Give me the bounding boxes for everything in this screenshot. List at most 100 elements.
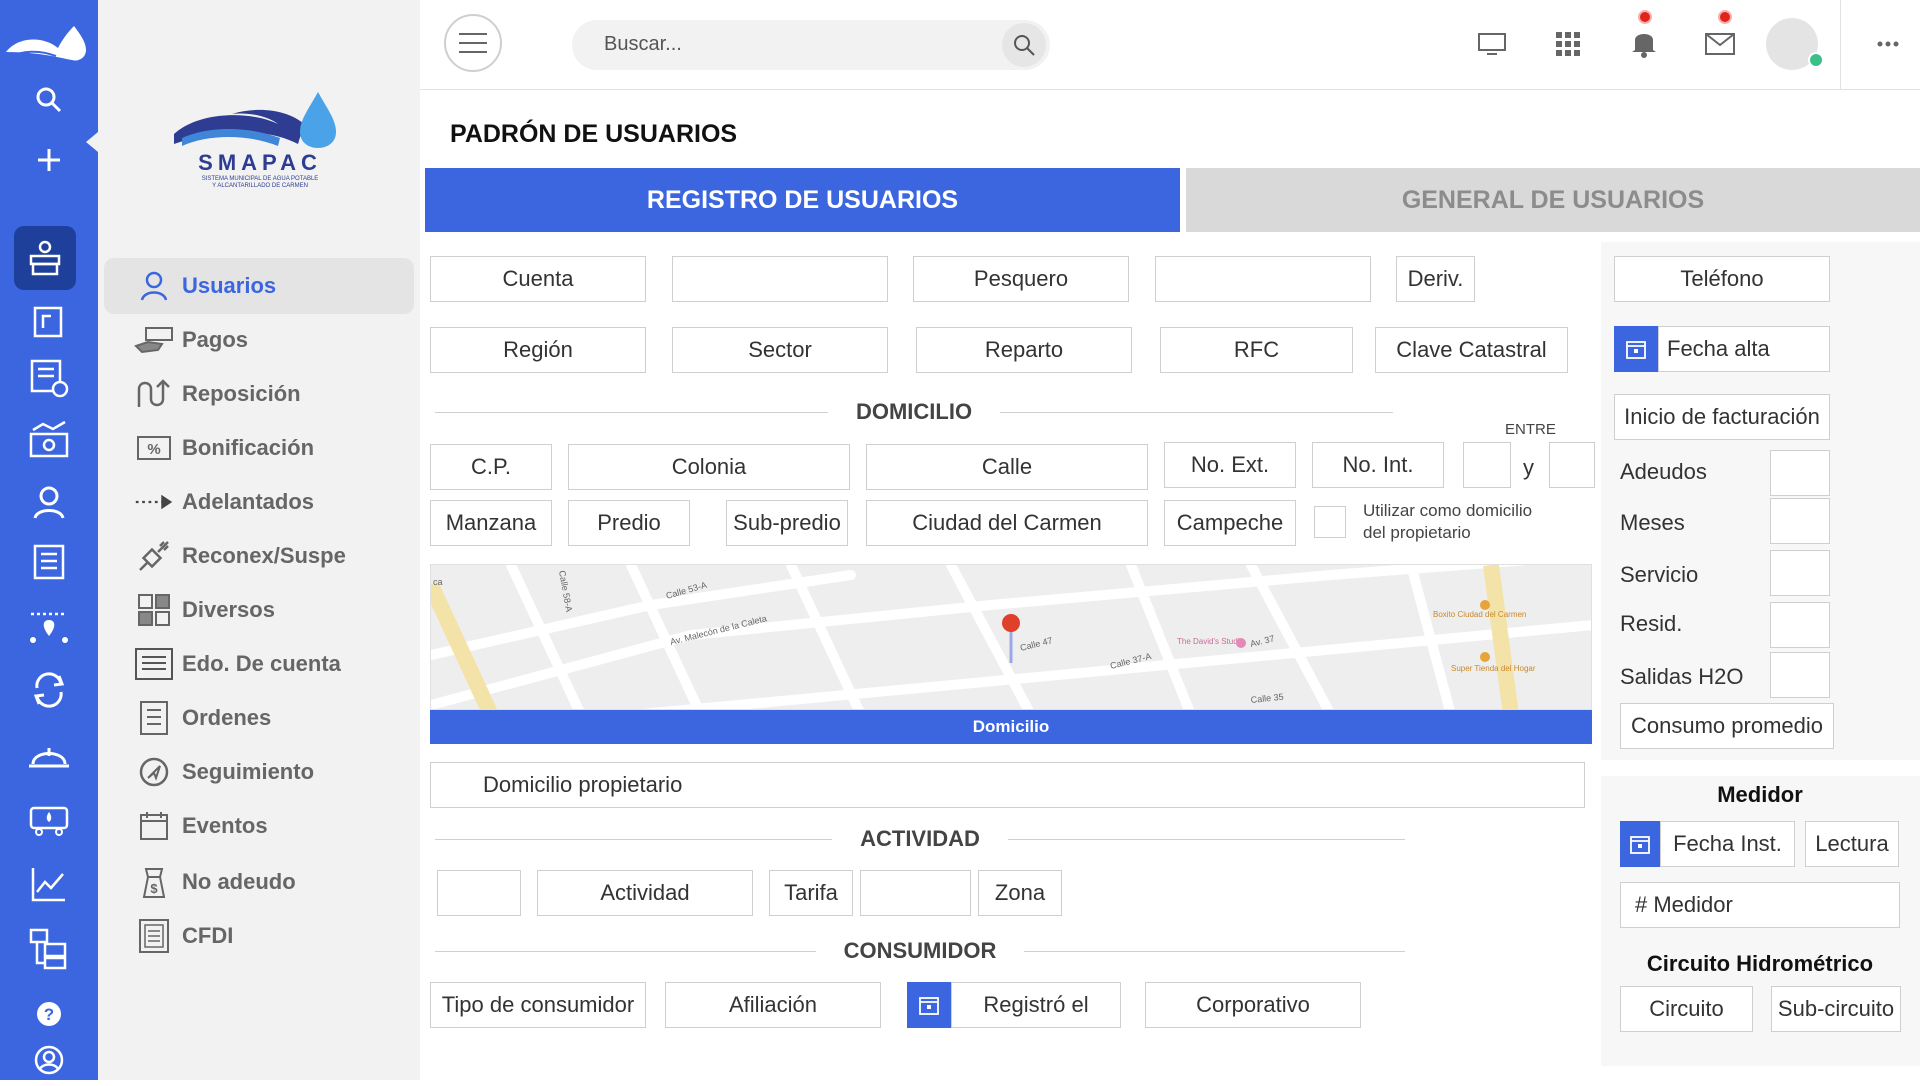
sync-icon[interactable] (12, 664, 86, 716)
cuenta-field[interactable]: Cuenta (430, 256, 646, 302)
cuenta-extra-field[interactable] (672, 256, 888, 302)
fecha-alta-calendar-icon[interactable] (1614, 326, 1658, 372)
apps-grid-icon[interactable] (1548, 24, 1588, 64)
usar-domicilio-checkbox[interactable] (1314, 506, 1346, 538)
entre-calle-2-field[interactable] (1549, 442, 1595, 488)
region-field[interactable]: Región (430, 327, 646, 373)
rfc-field[interactable]: RFC (1160, 327, 1353, 373)
section-label: DOMICILIO (855, 399, 973, 424)
dashboard-icon[interactable] (12, 414, 86, 466)
sector-field[interactable]: Sector (672, 327, 888, 373)
sidebar-item-reconex[interactable]: Reconex/Suspe (104, 528, 414, 584)
clave-catastral-field[interactable]: Clave Catastral (1375, 327, 1568, 373)
actividad-field[interactable]: Actividad (537, 870, 753, 916)
deriv-field[interactable]: Deriv. (1396, 256, 1475, 302)
sidebar-item-edo-cuenta[interactable]: Edo. De cuenta (104, 636, 414, 692)
zona-field[interactable]: Zona (978, 870, 1062, 916)
meter-icon[interactable] (12, 294, 86, 346)
adeudos-field[interactable] (1770, 450, 1830, 496)
sidebar: SMAPAC SISTEMA MUNICIPAL DE AGUA POTABLE… (98, 0, 420, 1080)
calle-field[interactable]: Calle (866, 444, 1148, 490)
sidebar-item-diversos[interactable]: Diversos (104, 582, 414, 638)
no-int-field[interactable]: No. Int. (1312, 442, 1444, 488)
tarifa-value-field[interactable] (860, 870, 971, 916)
manzana-field[interactable]: Manzana (430, 500, 552, 546)
monitor-icon[interactable] (1472, 24, 1512, 64)
fecha-inst-field[interactable]: Fecha Inst. (1660, 821, 1795, 867)
adeudos-label: Adeudos (1620, 459, 1707, 484)
sidebar-item-pagos[interactable]: Pagos (104, 312, 414, 368)
line-chart-icon[interactable] (12, 858, 86, 910)
circuito-field[interactable]: Circuito (1620, 986, 1753, 1032)
report-icon[interactable] (12, 536, 86, 588)
account-circle-icon[interactable] (12, 1034, 86, 1086)
ciudad-field[interactable]: Ciudad del Carmen (866, 500, 1148, 546)
fecha-alta-field[interactable]: Fecha alta (1658, 326, 1830, 372)
actividad-code-field[interactable] (437, 870, 521, 916)
meses-field[interactable] (1770, 498, 1830, 544)
more-options-icon[interactable] (1868, 24, 1908, 64)
sidebar-item-cfdi[interactable]: CFDI (104, 908, 414, 964)
pesquero-extra-field[interactable] (1155, 256, 1371, 302)
consumo-promedio-field[interactable]: Consumo promedio (1620, 703, 1834, 749)
cloud-logo-icon (0, 18, 98, 66)
reparto-field[interactable]: Reparto (916, 327, 1132, 373)
tab-registro-usuarios[interactable]: REGISTRO DE USUARIOS (425, 168, 1180, 232)
corporativo-field[interactable]: Corporativo (1145, 982, 1361, 1028)
meses-label: Meses (1620, 510, 1685, 535)
divider (1840, 0, 1841, 90)
colonia-field[interactable]: Colonia (568, 444, 850, 490)
salidas-h2o-field[interactable] (1770, 652, 1830, 698)
sidebar-item-eventos[interactable]: Eventos (104, 798, 414, 854)
section-actividad: ACTIVIDAD (435, 824, 1405, 854)
route-pin-icon[interactable] (12, 600, 86, 652)
help-icon[interactable]: ? (12, 988, 86, 1040)
domicilio-propietario-field[interactable]: Domicilio propietario (430, 762, 1585, 808)
helmet-icon[interactable] (12, 730, 86, 782)
tipo-consumidor-field[interactable]: Tipo de consumidor (430, 982, 646, 1028)
registro-calendar-icon[interactable] (907, 982, 951, 1028)
afiliacion-field[interactable]: Afiliación (665, 982, 881, 1028)
mail-icon[interactable] (1700, 10, 1740, 64)
water-truck-icon[interactable] (12, 792, 86, 844)
predio-field[interactable]: Predio (568, 500, 690, 546)
search-icon[interactable] (1002, 23, 1046, 67)
fecha-inst-calendar-icon[interactable] (1620, 821, 1660, 867)
registro-el-field[interactable]: Registró el (951, 982, 1121, 1028)
no-ext-field[interactable]: No. Ext. (1164, 442, 1296, 488)
sidebar-item-no-adeudo[interactable]: $ No adeudo (104, 854, 414, 910)
tarifa-field[interactable]: Tarifa (769, 870, 853, 916)
person-icon[interactable] (12, 476, 86, 528)
address-map[interactable]: Av. Malecón de la Caleta Calle 53-A Call… (430, 564, 1592, 710)
telefono-field[interactable]: Teléfono (1614, 256, 1830, 302)
tab-general-usuarios[interactable]: GENERAL DE USUARIOS (1186, 168, 1920, 232)
page-title: PADRÓN DE USUARIOS (450, 120, 738, 148)
lectura-field[interactable]: Lectura (1805, 821, 1899, 867)
resid-field[interactable] (1770, 602, 1830, 648)
sidebar-item-seguimiento[interactable]: Seguimiento (104, 744, 414, 800)
plus-icon[interactable] (12, 134, 86, 186)
entre-calle-1-field[interactable] (1463, 442, 1511, 488)
bell-icon[interactable] (1624, 10, 1664, 64)
sidebar-item-reposicion[interactable]: Reposición (104, 366, 414, 422)
search-icon[interactable] (12, 74, 86, 126)
sub-circuito-field[interactable]: Sub-circuito (1771, 986, 1901, 1032)
folders-icon[interactable] (12, 922, 86, 974)
search-input[interactable]: Buscar... (572, 20, 1050, 70)
pesquero-field[interactable]: Pesquero (913, 256, 1129, 302)
estado-field[interactable]: Campeche (1164, 500, 1296, 546)
sidebar-item-ordenes[interactable]: Ordenes (104, 690, 414, 746)
sidebar-item-bonificacion[interactable]: % Bonificación (104, 420, 414, 476)
servicio-field[interactable] (1770, 550, 1830, 596)
users-desk-icon[interactable] (14, 226, 76, 290)
sidebar-item-label: Ordenes (182, 705, 272, 730)
avatar[interactable] (1766, 18, 1824, 70)
sub-predio-field[interactable]: Sub-predio (726, 500, 848, 546)
sidebar-item-adelantados[interactable]: Adelantados (104, 474, 414, 530)
cp-field[interactable]: C.P. (430, 444, 552, 490)
inicio-facturacion-field[interactable]: Inicio de facturación (1614, 394, 1830, 440)
sidebar-item-usuarios[interactable]: Usuarios (104, 258, 414, 314)
numero-medidor-field[interactable]: # Medidor (1620, 882, 1900, 928)
billing-list-icon[interactable] (12, 352, 86, 404)
hamburger-menu-button[interactable] (444, 14, 502, 72)
